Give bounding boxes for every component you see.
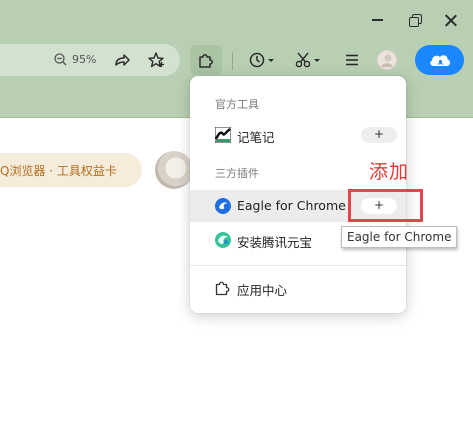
zoom-value: 95% (72, 53, 97, 66)
star-add-icon (148, 52, 164, 68)
avatar (376, 49, 398, 71)
add-notes-button[interactable]: + (361, 127, 397, 143)
cloud-sync-button[interactable] (415, 45, 464, 75)
cloud-icon (429, 55, 450, 66)
title-bar (0, 0, 473, 38)
puzzle-icon (199, 54, 213, 68)
section-third-party: 三方插件 (215, 167, 259, 180)
zoom-indicator[interactable]: 95% (54, 53, 96, 66)
app-center-label: 应用中心 (237, 283, 288, 298)
favorite-button[interactable] (140, 45, 172, 75)
eagle-extension-icon (215, 198, 231, 214)
menu-divider (190, 265, 406, 266)
promo-banner[interactable]: Q浏览器 · 工具权益卡 (0, 153, 142, 187)
user-avatar-button[interactable] (371, 45, 403, 75)
history-icon (249, 52, 274, 68)
scissors-icon (295, 52, 320, 68)
page-avatar[interactable] (155, 151, 193, 189)
yuanbao-icon (215, 232, 231, 248)
extensions-button[interactable] (190, 45, 222, 75)
menu-item-label: Eagle for Chrome (237, 198, 346, 213)
menu-item-label: 记笔记 (237, 130, 275, 145)
menu-item-app-center[interactable]: 应用中心 (190, 272, 406, 304)
minimize-button[interactable] (365, 8, 389, 32)
annotation-highlight-box (348, 189, 423, 222)
share-icon (115, 54, 130, 66)
menu-item-label: 安装腾讯元宝 (237, 235, 313, 250)
hamburger-icon (346, 54, 358, 66)
restore-icon (409, 14, 422, 27)
restore-button[interactable] (403, 8, 427, 32)
share-button[interactable] (106, 45, 138, 75)
puzzle-icon (215, 281, 230, 296)
toolbar-divider (232, 52, 233, 70)
tooltip: Eagle for Chrome (341, 226, 458, 248)
close-icon (444, 14, 457, 27)
notes-app-icon (215, 127, 231, 143)
annotation-label: 添加 (369, 161, 410, 183)
main-menu-button[interactable] (336, 45, 368, 75)
zoom-out-icon (54, 53, 67, 66)
section-official-tools: 官方工具 (215, 98, 259, 111)
promo-banner-text: Q浏览器 · 工具权益卡 (0, 163, 117, 178)
history-button[interactable] (244, 45, 280, 75)
screenshot-button[interactable] (290, 45, 326, 75)
menu-item-notes[interactable]: 记笔记 + (190, 119, 406, 151)
close-window-button[interactable] (438, 8, 462, 32)
